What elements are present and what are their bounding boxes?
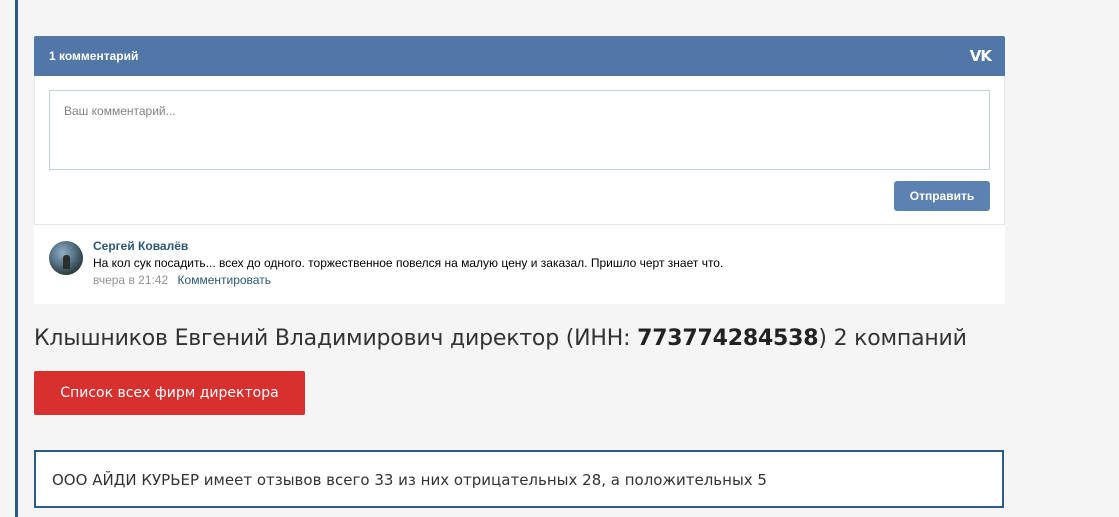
director-name: Клышников Евгений Владимирович директор …: [34, 326, 638, 351]
comment-author[interactable]: Сергей Ковалёв: [93, 239, 188, 253]
comment-form: Отправить: [34, 76, 1005, 225]
comment-input[interactable]: [49, 90, 990, 170]
left-accent-rule: [15, 0, 18, 517]
submit-comment-button[interactable]: Отправить: [894, 181, 990, 211]
vk-comments-widget: 1 комментарий VK Отправить Сергей Ковалё…: [34, 36, 1005, 304]
comment-meta: вчера в 21:42 Комментировать: [93, 273, 271, 287]
comment-timestamp[interactable]: вчера в 21:42: [93, 273, 168, 287]
director-inn: 773774284538: [637, 326, 819, 351]
director-firms-button[interactable]: Список всех фирм директора: [34, 371, 305, 415]
vk-widget-header: 1 комментарий VK: [34, 36, 1005, 76]
avatar[interactable]: [49, 241, 83, 275]
reviews-summary-text: ООО АЙДИ КУРЬЕР имеет отзывов всего 33 и…: [52, 471, 767, 489]
reply-link[interactable]: Комментировать: [178, 273, 271, 287]
director-heading: Клышников Евгений Владимирович директор …: [34, 326, 967, 351]
vk-logo-icon[interactable]: VK: [970, 47, 992, 65]
comment-text: На кол сук посадить... всех до одного. т…: [93, 256, 724, 270]
reviews-summary-box: ООО АЙДИ КУРЬЕР имеет отзывов всего 33 и…: [34, 450, 1004, 508]
comment-item: Сергей Ковалёв На кол сук посадить... вс…: [34, 225, 1005, 304]
director-company-count: ) 2 компаний: [818, 326, 967, 351]
page: 1 комментарий VK Отправить Сергей Ковалё…: [0, 0, 1119, 517]
comments-count-title: 1 комментарий: [49, 49, 139, 63]
